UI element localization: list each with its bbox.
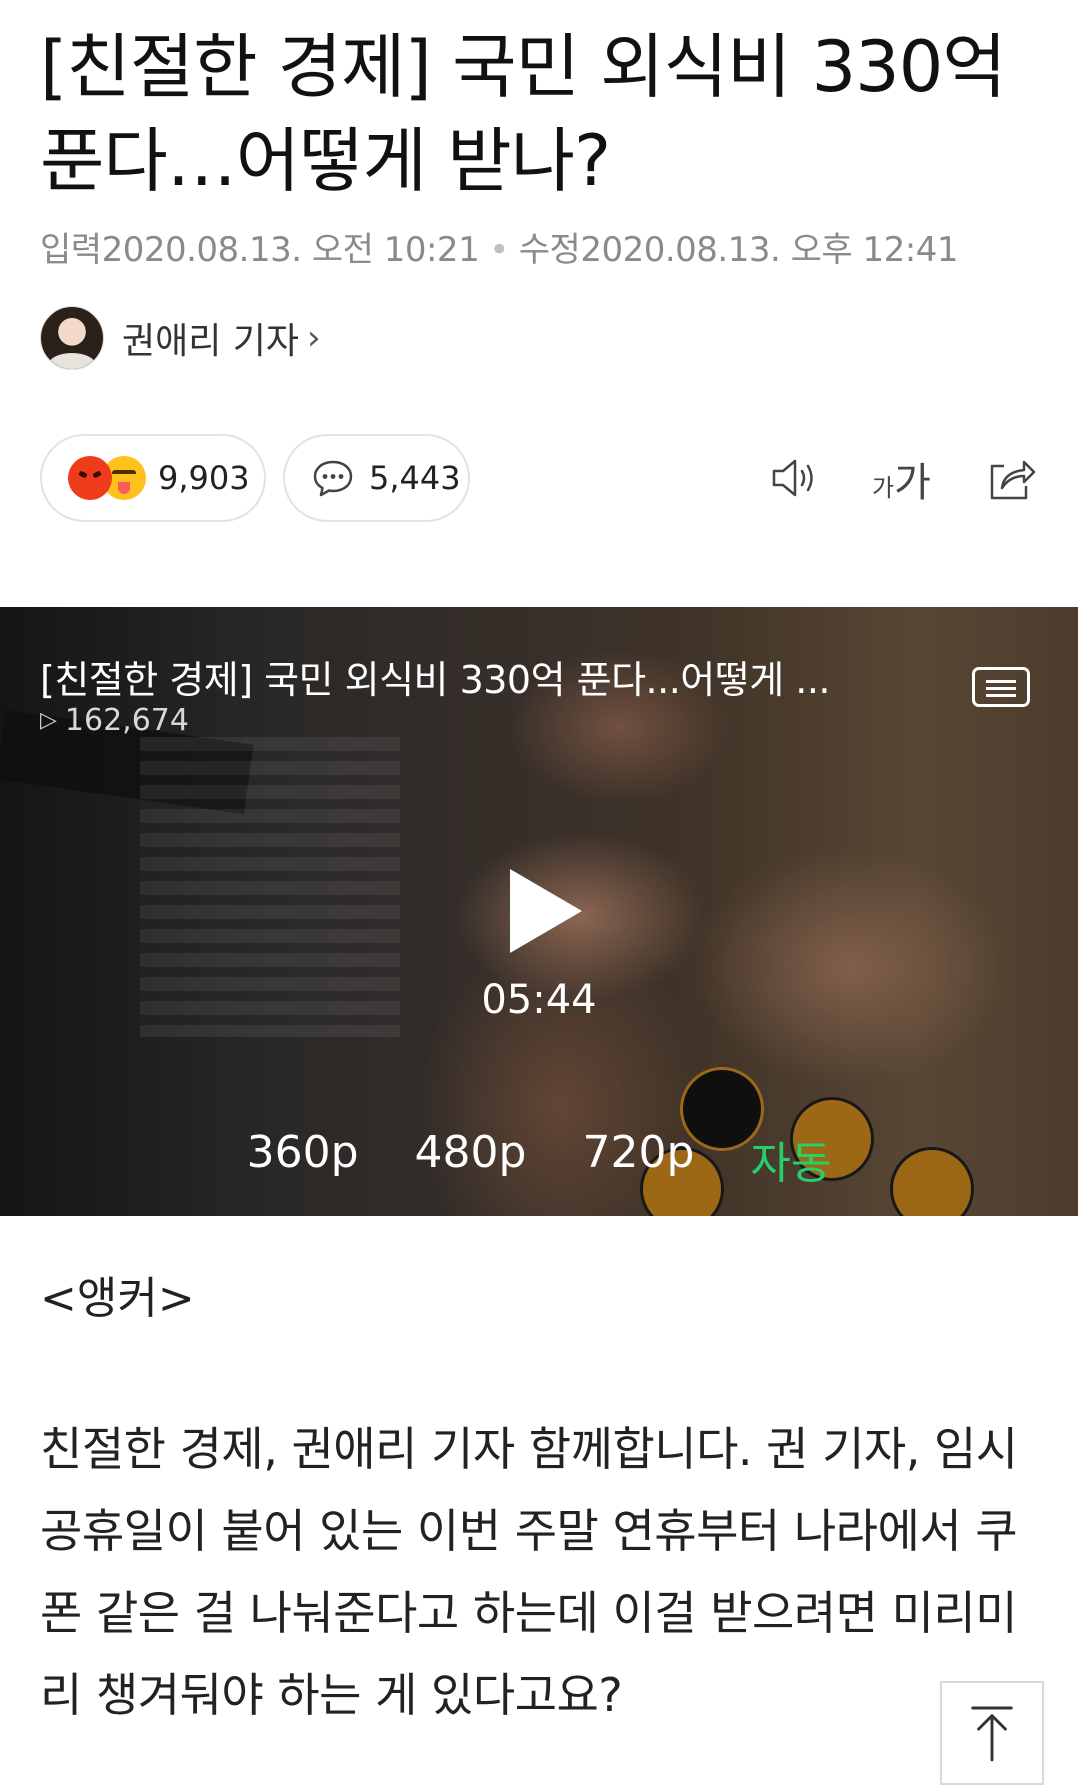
author-avatar bbox=[40, 306, 104, 370]
reaction-button[interactable]: 9,903 bbox=[40, 434, 266, 522]
comment-count: 5,443 bbox=[369, 459, 461, 497]
reaction-count: 9,903 bbox=[158, 459, 250, 497]
author-link[interactable]: 권애리 기자 › bbox=[40, 306, 321, 370]
article-paragraph: 친절한 경제, 권애리 기자 함께합니다. 권 기자, 임시공휴일이 붙어 있는… bbox=[40, 1422, 1018, 1722]
meta-separator: • bbox=[489, 230, 509, 270]
reaction-emoji-stack bbox=[68, 454, 152, 502]
edit-label: 수정 bbox=[518, 230, 581, 270]
video-views: ▷ 162,674 bbox=[40, 703, 189, 738]
chevron-right-icon: › bbox=[307, 318, 321, 358]
quality-360p[interactable]: 360p bbox=[247, 1127, 359, 1191]
anchor-label: <앵커> bbox=[40, 1273, 195, 1324]
share-icon[interactable] bbox=[984, 452, 1038, 506]
article-title: [친절한 경제] 국민 외식비 330억 푼다…어떻게 받나? bbox=[40, 26, 1007, 202]
video-view-count: 162,674 bbox=[64, 703, 189, 738]
scroll-to-top-button[interactable] bbox=[940, 1681, 1044, 1785]
speaker-icon[interactable] bbox=[768, 452, 820, 504]
video-duration: 05:44 bbox=[481, 977, 597, 1023]
arrow-up-icon bbox=[971, 1706, 1013, 1762]
input-time: 2020.08.13. 오전 10:21 bbox=[101, 230, 480, 270]
quality-auto[interactable]: 자동 bbox=[750, 1127, 831, 1191]
video-quality-options: 360p 480p 720p 자동 bbox=[0, 1127, 1078, 1191]
video-menu-icon[interactable] bbox=[972, 667, 1030, 707]
font-size-small-label: 가 bbox=[872, 474, 895, 502]
edit-time: 2020.08.13. 오후 12:41 bbox=[580, 230, 958, 270]
play-count-icon: ▷ bbox=[40, 708, 57, 733]
font-size-button[interactable]: 가가 bbox=[872, 450, 931, 508]
comment-icon bbox=[313, 460, 353, 497]
quality-480p[interactable]: 480p bbox=[415, 1127, 527, 1191]
quality-720p[interactable]: 720p bbox=[582, 1127, 694, 1191]
play-icon[interactable] bbox=[510, 869, 582, 953]
video-title: [친절한 경제] 국민 외식비 330억 푼다...어떻게 ... bbox=[40, 658, 831, 702]
angry-emoji-icon bbox=[68, 456, 112, 500]
input-label: 입력 bbox=[40, 230, 102, 270]
author-name: 권애리 기자 bbox=[122, 321, 300, 362]
video-player[interactable]: [친절한 경제] 국민 외식비 330억 푼다...어떻게 ... ▷ 162,… bbox=[0, 607, 1078, 1216]
article-meta: 입력2020.08.13. 오전 10:21 • 수정2020.08.13. 오후 … bbox=[40, 222, 958, 271]
comment-button[interactable]: 5,443 bbox=[283, 434, 470, 522]
font-size-large-label: 가 bbox=[894, 460, 931, 506]
